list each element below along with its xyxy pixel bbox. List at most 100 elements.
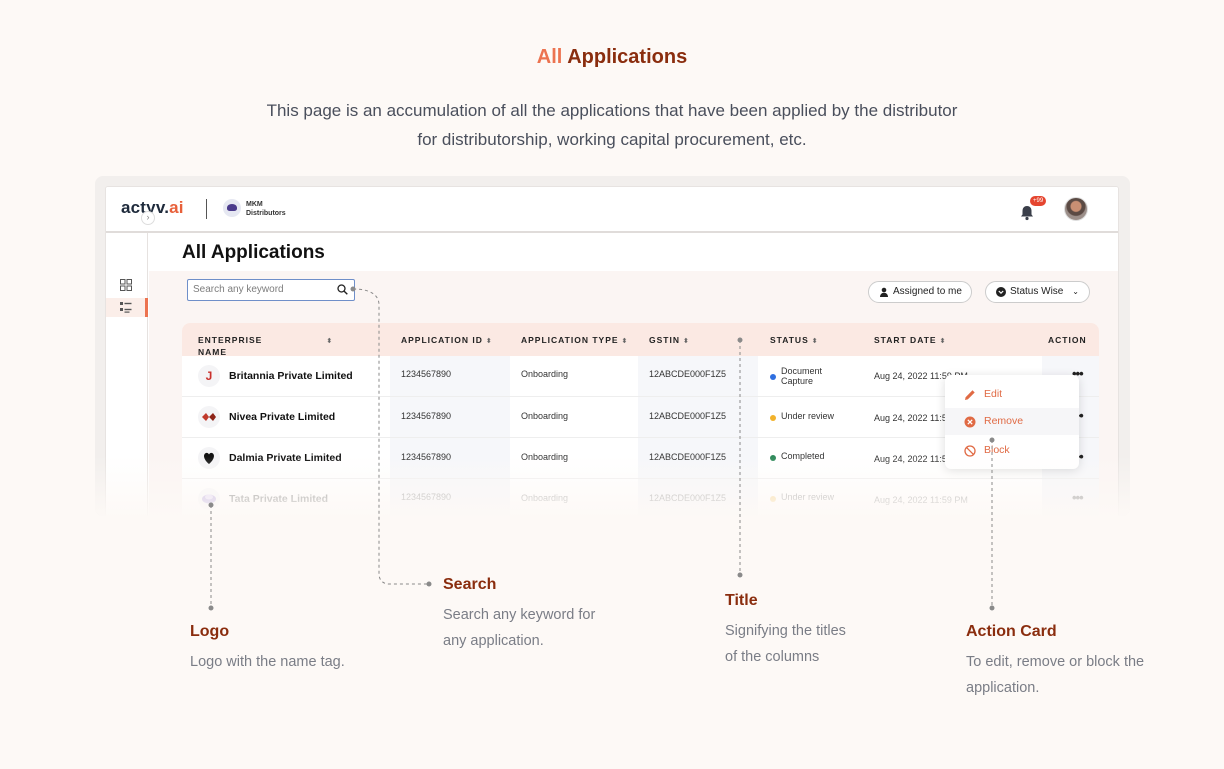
user-icon	[880, 287, 888, 297]
hero-description: This page is an accumulation of all the …	[266, 101, 958, 149]
application-type: Onboarding	[521, 452, 569, 462]
status-text: Completed	[781, 451, 825, 461]
gstin: 12ABCDE000F1Z5	[649, 411, 727, 421]
application-id: 1234567890	[401, 492, 452, 502]
tata-logo-icon	[198, 488, 220, 510]
hero-title-rest: Applications	[567, 46, 688, 68]
callout-logo-desc: Logo with the name tag.	[190, 649, 345, 675]
sort-icon[interactable]: ⬍	[683, 338, 689, 345]
table-row[interactable]: Tata Private Limited 1234567890 Onboardi…	[182, 479, 1099, 516]
status-text-line1: Document	[781, 366, 823, 376]
chevron-down-icon: ⌄	[1072, 287, 1079, 296]
sidebar-collapse-toggle[interactable]: ›	[141, 211, 155, 225]
search-input[interactable]: Search any keyword	[187, 279, 355, 301]
column-enterprise-name[interactable]: ENTERPRISE ⬍ NAME	[198, 335, 332, 357]
column-application-id-label: APPLICATION ID	[401, 335, 483, 345]
application-type: Onboarding	[521, 369, 569, 379]
company-name[interactable]: Dalmia Private Limited	[229, 452, 342, 464]
edit-menu-item[interactable]: Edit	[945, 381, 1079, 408]
callout-action-card-title: Action Card	[966, 623, 1057, 640]
block-label: Block	[984, 444, 1010, 456]
callout-action-card-desc-line2: application.	[966, 680, 1040, 696]
callout-action-card-desc-line1: To edit, remove or block the	[966, 654, 1145, 670]
partner-name-line2: Distributors	[246, 210, 286, 217]
sort-icon[interactable]: ⬍	[326, 338, 332, 345]
top-bar: actyv.ai MKM Distributors +99	[106, 187, 1118, 233]
start-date: Aug 24, 2022 11:59 PM	[874, 495, 968, 505]
search-icon[interactable]	[337, 284, 348, 295]
app-screenshot-frame: actyv.ai MKM Distributors +99 › All Appl…	[95, 176, 1130, 516]
hero-title: All Applications	[0, 46, 1224, 69]
column-start-date[interactable]: START DATE ⬍	[874, 335, 945, 347]
column-status[interactable]: STATUS ⬍	[770, 335, 818, 347]
search-placeholder: Search any keyword	[193, 284, 284, 295]
remove-label: Remove	[984, 415, 1024, 427]
column-application-id[interactable]: APPLICATION ID ⬍	[401, 335, 492, 347]
page-title: All Applications	[182, 242, 325, 263]
sort-icon[interactable]: ⬍	[812, 338, 818, 345]
sort-icon[interactable]: ⬍	[940, 338, 946, 345]
column-action: ACTION	[1048, 335, 1087, 345]
callout-search-desc-line2: any application.	[443, 633, 544, 649]
partner-name-line1: MKM	[246, 201, 263, 208]
status-text: Under review	[781, 492, 835, 502]
status-text-line2: Capture	[781, 376, 814, 386]
bell-icon[interactable]	[1018, 204, 1036, 222]
remove-circle-icon	[964, 416, 976, 428]
application-id: 1234567890	[401, 452, 452, 462]
callout-logo-title: Logo	[190, 623, 230, 640]
block-menu-item[interactable]: Block	[945, 437, 1079, 464]
application-type: Onboarding	[521, 493, 569, 503]
column-status-label: STATUS	[770, 335, 809, 345]
status-wise-label: Status Wise	[1010, 286, 1064, 297]
dashboard-grid-icon[interactable]	[120, 279, 132, 291]
status-text: Document Capture	[781, 366, 822, 386]
partner-logo-icon	[223, 199, 241, 217]
more-options-icon[interactable]: •••	[1072, 490, 1084, 505]
britannia-logo-icon: J	[198, 365, 220, 387]
sidebar-active-indicator	[145, 298, 148, 317]
remove-menu-item[interactable]: Remove	[945, 408, 1079, 435]
sort-icon[interactable]: ⬍	[486, 338, 492, 345]
notification-badge: +99	[1030, 196, 1047, 206]
column-gstin-label: GSTIN	[649, 335, 680, 345]
application-type: Onboarding	[521, 411, 569, 421]
pencil-icon	[965, 390, 975, 400]
callout-title-title: Title	[725, 592, 758, 609]
callout-title-desc-line2: of the columns	[725, 649, 820, 665]
action-card-menu: Edit Remove Block	[945, 375, 1079, 469]
block-icon	[964, 445, 976, 457]
column-start-date-label: START DATE	[874, 335, 937, 345]
column-gstin[interactable]: GSTIN ⬍	[649, 335, 689, 347]
column-enterprise-line1: ENTERPRISE	[198, 335, 263, 345]
status-dot	[770, 415, 776, 421]
company-name[interactable]: Britannia Private Limited	[229, 370, 353, 382]
sort-icon[interactable]: ⬍	[622, 338, 628, 345]
company-name[interactable]: Nivea Private Limited	[229, 411, 335, 423]
status-text: Under review	[781, 411, 835, 421]
column-application-type[interactable]: APPLICATION TYPE ⬍	[521, 335, 627, 347]
status-dot	[770, 374, 776, 380]
assigned-to-me-label: Assigned to me	[893, 286, 962, 297]
app-window: actyv.ai MKM Distributors +99 › All Appl…	[105, 186, 1119, 516]
sidebar	[106, 233, 148, 516]
assigned-to-me-filter[interactable]: Assigned to me	[868, 281, 972, 303]
avatar[interactable]	[1064, 197, 1088, 221]
company-name[interactable]: Tata Private Limited	[229, 493, 328, 505]
callout-search-desc: Search any keyword for any application.	[443, 602, 595, 654]
callout-logo-desc-line1: Logo with the name tag.	[190, 654, 345, 670]
column-application-type-label: APPLICATION TYPE	[521, 335, 619, 345]
application-id: 1234567890	[401, 411, 452, 421]
callout-search-desc-line1: Search any keyword for	[443, 607, 596, 623]
partner-name: MKM Distributors	[246, 200, 286, 218]
nivea-logo-icon	[198, 406, 220, 428]
callout-title-desc-line1: Signifying the titles	[725, 623, 846, 639]
application-id: 1234567890	[401, 369, 452, 379]
status-dot	[770, 496, 776, 502]
status-dot	[770, 455, 776, 461]
table-header: ENTERPRISE ⬍ NAME APPLICATION ID ⬍ APPLICA…	[182, 323, 1099, 357]
hero-title-accent: All	[536, 46, 563, 68]
applications-list-icon[interactable]	[120, 301, 132, 313]
status-wise-filter[interactable]: Status Wise ⌄	[985, 281, 1090, 303]
brand-accent: ai	[169, 198, 184, 217]
